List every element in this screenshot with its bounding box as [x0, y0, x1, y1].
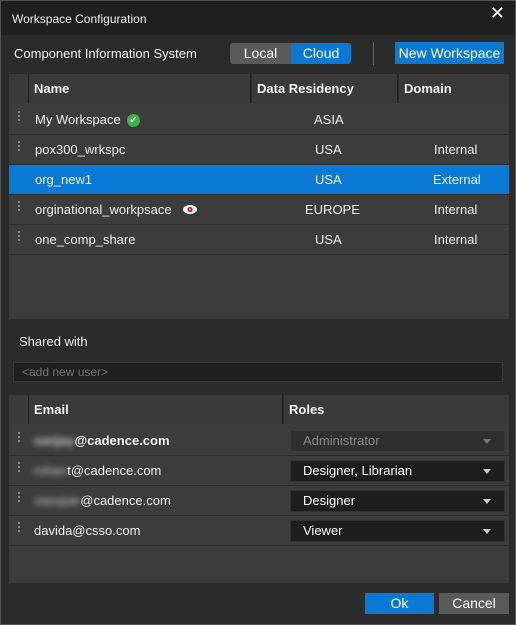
obscured-email-part: vasupar — [34, 493, 81, 508]
column-header-name[interactable]: Name — [29, 74, 251, 103]
workspace-config-dialog: Workspace Configuration ✕ Component Info… — [0, 0, 516, 625]
chevron-down-icon — [483, 499, 491, 504]
workspace-table: Name Data Residency Domain My Workspace ✔… — [9, 74, 509, 319]
workspace-name: orginational_workpsace — [35, 202, 172, 217]
workspace-name-cell: orginational_workpsace — [35, 195, 198, 224]
shared-user-row[interactable]: davida@csso.com Viewer — [9, 516, 509, 546]
workspace-row[interactable]: pox300_wrkspc USA Internal — [9, 135, 509, 165]
drag-handle-icon[interactable] — [18, 522, 20, 534]
email-domain: @cadence.com — [80, 493, 171, 508]
column-header-roles[interactable]: Roles — [284, 395, 509, 424]
component-info-system-label: Component Information System — [14, 46, 197, 61]
column-header-domain[interactable]: Domain — [399, 74, 509, 103]
workspace-name: org_new1 — [35, 172, 93, 187]
workspace-residency: EUROPE — [305, 202, 360, 217]
chevron-down-icon — [483, 439, 491, 444]
column-header-data-residency[interactable]: Data Residency — [252, 74, 398, 103]
drag-handle-icon[interactable] — [18, 432, 20, 444]
email-domain: t@cadence.com — [67, 463, 162, 478]
shared-user-row[interactable]: sanjay@cadence.com Administrator — [9, 426, 509, 456]
role-select[interactable]: Viewer — [290, 520, 505, 542]
shared-user-row[interactable]: vasupar@cadence.com Designer — [9, 486, 509, 516]
workspace-residency: USA — [315, 142, 342, 157]
workspace-row[interactable]: orginational_workpsace EUROPE Internal — [9, 195, 509, 225]
role-select[interactable]: Designer — [290, 490, 505, 512]
local-cloud-toggle: Local Cloud — [230, 43, 351, 64]
role-value: Administrator — [303, 433, 380, 448]
email-domain: @cadence.com — [74, 433, 170, 448]
add-user-input[interactable] — [13, 362, 503, 382]
role-select[interactable]: Designer, Librarian — [290, 460, 505, 482]
workspace-residency: USA — [315, 172, 342, 187]
drag-handle-icon[interactable] — [18, 492, 20, 504]
cancel-button[interactable]: Cancel — [439, 593, 509, 614]
header-grip-col — [9, 395, 29, 424]
dialog-title: Workspace Configuration — [12, 12, 147, 26]
drag-handle-icon[interactable] — [18, 201, 20, 213]
workspace-residency: USA — [315, 232, 342, 247]
drag-handle-icon[interactable] — [18, 231, 20, 243]
workspace-table-header: Name Data Residency Domain — [9, 74, 509, 103]
user-email: davida@csso.com — [34, 523, 141, 538]
workspace-name: one_comp_share — [35, 232, 136, 247]
workspace-domain: Internal — [434, 202, 478, 217]
eye-icon[interactable] — [182, 204, 198, 215]
workspace-domain: External — [433, 172, 481, 187]
role-value: Designer — [303, 493, 356, 508]
workspace-row-selected[interactable]: org_new1 USA External — [9, 165, 509, 195]
header-grip-col — [9, 74, 29, 103]
workspace-domain: Internal — [434, 142, 478, 157]
role-value: Viewer — [303, 523, 343, 538]
toolbar-divider — [373, 42, 374, 65]
workspace-row[interactable]: My Workspace ✔ ASIA — [9, 105, 509, 135]
toggle-cloud[interactable]: Cloud — [291, 43, 351, 64]
workspace-residency: ASIA — [314, 112, 344, 127]
workspace-row[interactable]: one_comp_share USA Internal — [9, 225, 509, 255]
drag-handle-icon[interactable] — [18, 111, 20, 123]
title-bar: Workspace Configuration ✕ — [1, 1, 515, 35]
new-workspace-button[interactable]: New Workspace — [395, 42, 504, 64]
shared-users-table: Email Roles sanjay@cadence.com Administr… — [9, 395, 509, 583]
shared-with-label: Shared with — [19, 334, 88, 349]
check-circle-icon: ✔ — [126, 114, 140, 127]
user-email: sanjay@cadence.com — [34, 426, 170, 455]
workspace-name: My Workspace — [35, 112, 121, 127]
user-email: rohant@cadence.com — [34, 456, 161, 485]
user-email: vasupar@cadence.com — [34, 486, 171, 515]
workspace-name-cell: My Workspace ✔ — [35, 105, 140, 134]
ok-button[interactable]: Ok — [365, 593, 434, 614]
shared-users-header: Email Roles — [9, 395, 509, 424]
drag-handle-icon[interactable] — [18, 462, 20, 474]
obscured-email-part: sanjay — [34, 433, 75, 448]
toggle-local[interactable]: Local — [230, 43, 291, 64]
role-select: Administrator — [290, 430, 505, 452]
column-header-email[interactable]: Email — [29, 395, 283, 424]
shared-user-row[interactable]: rohant@cadence.com Designer, Librarian — [9, 456, 509, 486]
role-value: Designer, Librarian — [303, 463, 413, 478]
chevron-down-icon — [483, 529, 491, 534]
workspace-name: pox300_wrkspc — [35, 142, 126, 157]
workspace-domain: Internal — [434, 232, 478, 247]
drag-handle-icon[interactable] — [18, 141, 20, 153]
obscured-email-part: rohan — [34, 463, 68, 478]
close-icon[interactable]: ✕ — [490, 4, 505, 22]
chevron-down-icon — [483, 469, 491, 474]
